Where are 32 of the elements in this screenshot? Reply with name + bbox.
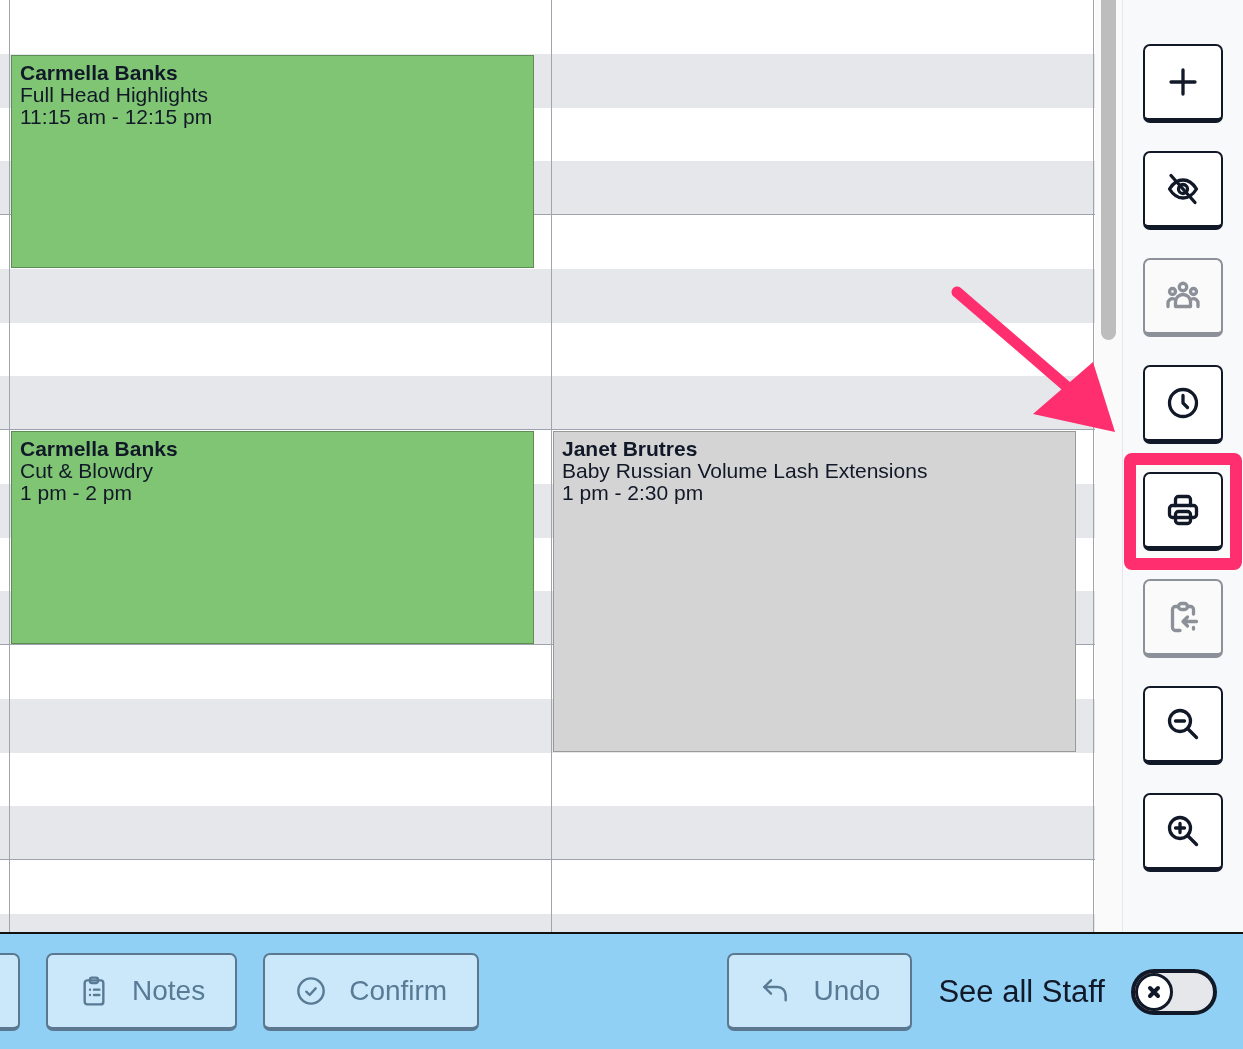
partial-button[interactable] xyxy=(0,952,20,1031)
check-circle-icon xyxy=(295,974,328,1007)
eye-slash-icon xyxy=(1165,171,1201,207)
appointment-time: 11:15 am - 12:15 pm xyxy=(20,105,214,128)
print-button[interactable] xyxy=(1143,472,1223,551)
appointment-card[interactable]: Janet Brutres Baby Russian Volume Lash Extensions 1 pm - 2:30 pm xyxy=(553,431,1076,752)
appointment-time: 1 pm - 2 pm xyxy=(20,482,133,504)
add-button[interactable] xyxy=(1143,44,1223,123)
x-icon xyxy=(1147,984,1161,999)
printer-icon xyxy=(1165,492,1201,528)
zoom-out-icon xyxy=(1165,706,1201,742)
appointment-card[interactable]: Carmella Banks Full Head Highlights 11:15 am - 12:15 pm xyxy=(11,54,534,268)
service-name: Full Head Highlights xyxy=(20,83,209,106)
zoom-out-button[interactable] xyxy=(1143,686,1223,765)
hide-button[interactable] xyxy=(1143,151,1223,230)
scrollbar-thumb[interactable] xyxy=(1101,0,1116,340)
clock-icon xyxy=(1165,385,1201,421)
client-name: Janet Brutres xyxy=(562,438,699,460)
confirm-button[interactable]: Confirm xyxy=(263,952,480,1031)
zoom-in-button[interactable] xyxy=(1143,793,1223,872)
appointment-time: 1 pm - 2:30 pm xyxy=(562,482,705,504)
notes-button[interactable]: Notes xyxy=(46,952,238,1031)
staff-toggle[interactable] xyxy=(1131,968,1217,1015)
service-name: Baby Russian Volume Lash Extensions xyxy=(562,460,929,482)
service-name: Cut & Blowdry xyxy=(20,460,155,482)
undo-button[interactable]: Undo xyxy=(727,952,913,1031)
client-name: Carmella Banks xyxy=(20,61,179,84)
client-name: Carmella Banks xyxy=(20,438,179,460)
time-button[interactable] xyxy=(1143,365,1223,444)
zoom-in-icon xyxy=(1165,813,1201,849)
appointment-card[interactable]: Carmella Banks Cut & Blowdry 1 pm - 2 pm xyxy=(11,431,534,644)
toggle-label: See all Staff xyxy=(938,973,1105,1010)
